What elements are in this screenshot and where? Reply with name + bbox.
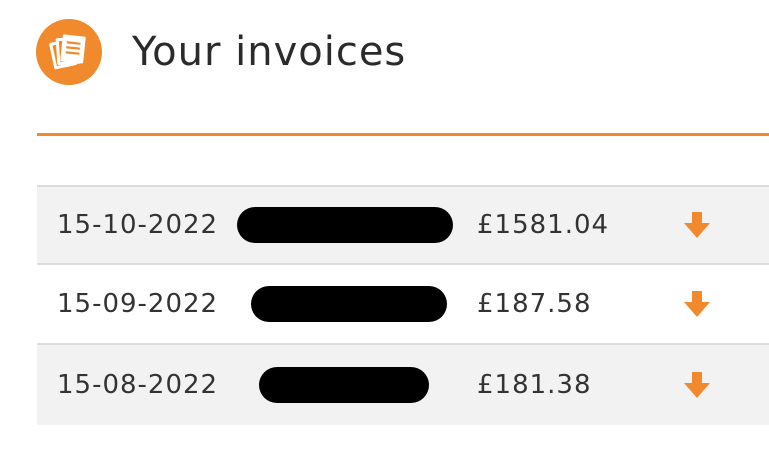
invoice-list: 15-10-2022 £1581.04 15-09-2022 £187.58 1… bbox=[37, 185, 769, 425]
invoice-row: 15-09-2022 £187.58 bbox=[37, 265, 769, 345]
download-invoice-button[interactable] bbox=[680, 287, 714, 321]
download-arrow-icon bbox=[684, 291, 710, 317]
page-title: Your invoices bbox=[132, 29, 407, 75]
invoice-amount: £1581.04 bbox=[477, 210, 610, 240]
invoice-date: 15-09-2022 bbox=[57, 289, 219, 319]
download-arrow-icon bbox=[684, 212, 710, 238]
redacted-reference bbox=[259, 367, 429, 403]
invoice-amount: £181.38 bbox=[477, 370, 592, 400]
download-arrow-icon bbox=[684, 372, 710, 398]
redacted-reference bbox=[251, 286, 447, 322]
invoices-header: Your invoices bbox=[36, 19, 407, 85]
header-divider bbox=[37, 133, 769, 136]
invoice-row: 15-10-2022 £1581.04 bbox=[37, 185, 769, 265]
invoice-date: 15-08-2022 bbox=[57, 370, 219, 400]
invoice-row: 15-08-2022 £181.38 bbox=[37, 345, 769, 425]
invoice-amount: £187.58 bbox=[477, 289, 592, 319]
invoice-date: 15-10-2022 bbox=[57, 210, 219, 240]
redacted-reference bbox=[237, 207, 453, 243]
invoice-documents-icon bbox=[36, 19, 102, 85]
download-invoice-button[interactable] bbox=[680, 208, 714, 242]
download-invoice-button[interactable] bbox=[680, 368, 714, 402]
